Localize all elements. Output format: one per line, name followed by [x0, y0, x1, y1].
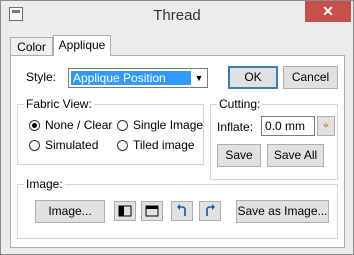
- tab-color[interactable]: Color: [10, 37, 53, 55]
- inflate-label: Inflate:: [217, 120, 254, 134]
- radio-none-clear[interactable]: [29, 120, 40, 131]
- radio-single-image-label[interactable]: Single Image: [133, 118, 203, 132]
- close-button[interactable]: ✕: [305, 1, 351, 22]
- radio-none-clear-label[interactable]: None / Clear: [45, 118, 112, 132]
- image-title: Image:: [24, 177, 65, 191]
- fabric-view-title: Fabric View:: [24, 97, 94, 111]
- cutting-title: Cutting:: [217, 97, 263, 111]
- inflate-input[interactable]: 0.0 mm: [261, 116, 315, 136]
- style-selected-value: Applique Position: [71, 71, 191, 85]
- fabric-view-group: Fabric View: None / Clear Single Image S…: [17, 97, 204, 165]
- image-button[interactable]: Image...: [35, 200, 105, 223]
- cancel-button[interactable]: Cancel: [283, 66, 338, 89]
- chevron-down-icon[interactable]: ▼: [191, 69, 207, 87]
- dialog-client: Color Applique Style: Applique Position …: [8, 35, 347, 248]
- radio-tiled-image[interactable]: [117, 140, 128, 151]
- radio-simulated-label[interactable]: Simulated: [45, 138, 98, 152]
- radio-tiled-image-label[interactable]: Tiled image: [133, 138, 195, 152]
- rotate-left-icon[interactable]: [171, 201, 193, 221]
- title-bar: Thread ✕: [1, 1, 353, 31]
- split-view-icon[interactable]: [114, 201, 136, 221]
- inflate-spin-icon[interactable]: ⌖: [317, 116, 335, 136]
- style-dropdown[interactable]: Applique Position ▼: [68, 68, 208, 88]
- save-as-image-button[interactable]: Save as Image...: [236, 200, 329, 223]
- image-group: Image: Image... Save as Image...: [17, 177, 338, 239]
- radio-single-image[interactable]: [117, 120, 128, 131]
- thread-dialog: Thread ✕ Color Applique Style: Applique …: [0, 0, 354, 255]
- save-button[interactable]: Save: [217, 144, 261, 167]
- ok-button[interactable]: OK: [228, 66, 278, 89]
- rotate-right-icon[interactable]: [199, 201, 221, 221]
- tab-applique[interactable]: Applique: [53, 35, 111, 56]
- window-view-icon[interactable]: [141, 201, 163, 221]
- window-title: Thread: [153, 7, 201, 24]
- save-all-button[interactable]: Save All: [267, 144, 324, 167]
- applique-panel: Style: Applique Position ▼ OK Cancel Fab…: [10, 55, 345, 248]
- radio-simulated[interactable]: [29, 140, 40, 151]
- style-label: Style:: [26, 70, 57, 84]
- cutting-group: Cutting: Inflate: 0.0 mm ⌖ Save Save All: [210, 97, 338, 180]
